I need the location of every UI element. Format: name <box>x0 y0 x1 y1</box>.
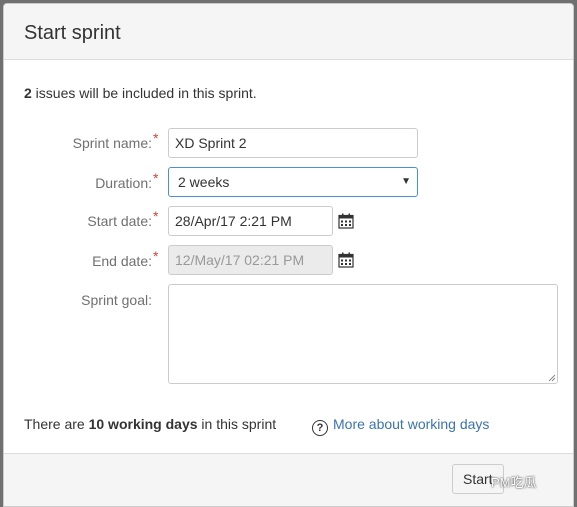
required-marker: * <box>153 170 159 186</box>
start-date-label: Start date: <box>87 213 152 229</box>
help-link-text[interactable]: More about working days <box>333 416 489 432</box>
caret-down-icon: ▼ <box>401 176 411 187</box>
dialog-footer: Start PM吃瓜 <box>4 453 573 506</box>
sprint-goal-label: Sprint goal: <box>81 292 152 308</box>
sprint-goal-textarea[interactable] <box>168 284 558 384</box>
sprint-name-input[interactable]: XD Sprint 2 <box>168 128 418 158</box>
duration-select[interactable]: 2 weeks ▼ <box>168 167 418 197</box>
required-marker: * <box>153 208 159 224</box>
issues-text: issues will be included in this sprint. <box>31 85 257 101</box>
watermark: PM吃瓜 <box>491 475 537 490</box>
required-marker: * <box>153 130 159 146</box>
calendar-icon <box>338 252 354 268</box>
working-days-help-link[interactable]: ? More about working days <box>312 415 489 436</box>
resize-grip-icon[interactable] <box>548 374 556 382</box>
start-date-input[interactable]: 28/Apr/17 2:21 PM <box>168 206 333 236</box>
duration-label: Duration: <box>95 175 152 191</box>
sprint-name-label: Sprint name: <box>72 135 152 151</box>
dialog-header: Start sprint <box>4 4 573 60</box>
issues-count: 2 <box>24 85 32 101</box>
duration-value: 2 weeks <box>178 174 230 190</box>
working-days-count: 10 working days <box>88 416 198 432</box>
required-marker: * <box>153 248 159 264</box>
working-days-suffix: in this sprint <box>197 416 277 432</box>
dialog-title: Start sprint <box>24 22 121 44</box>
end-date-label: End date: <box>92 253 152 269</box>
working-days-prefix: There are <box>24 416 89 432</box>
question-circle-icon: ? <box>312 420 328 436</box>
start-sprint-dialog: Start sprint 2 issues will be included i… <box>3 3 574 507</box>
issues-summary: 2 issues will be included in this sprint… <box>24 84 257 102</box>
calendar-icon[interactable] <box>338 213 354 229</box>
end-date-input: 12/May/17 02:21 PM <box>168 245 333 275</box>
working-days-info: There are 10 working days in this sprint <box>24 415 276 433</box>
dialog-body: 2 issues will be included in this sprint… <box>4 60 573 453</box>
